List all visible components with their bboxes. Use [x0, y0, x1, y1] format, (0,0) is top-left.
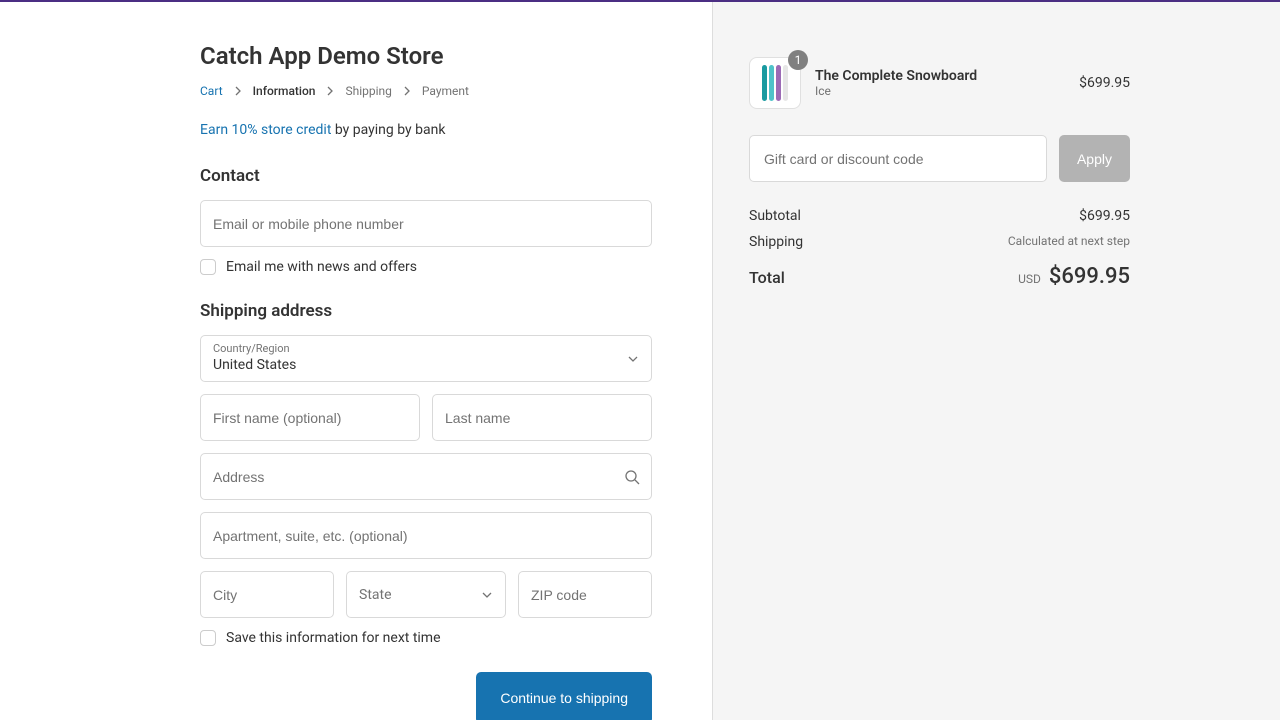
product-price: $699.95 [1079, 75, 1130, 91]
continue-button[interactable]: Continue to shipping [476, 672, 652, 720]
apply-button[interactable]: Apply [1059, 135, 1130, 182]
subtotal-label: Subtotal [749, 208, 801, 224]
total-amount: $699.95 [1049, 264, 1130, 289]
promo-text: by paying by bank [331, 122, 445, 138]
country-select[interactable]: Country/Region United States [200, 335, 652, 382]
chevron-right-icon [325, 86, 335, 96]
contact-heading: Contact [200, 166, 652, 186]
subtotal-value: $699.95 [1079, 208, 1130, 224]
total-label: Total [749, 268, 785, 287]
store-title: Catch App Demo Store [200, 42, 652, 70]
city-field[interactable] [200, 571, 334, 618]
shipping-heading: Shipping address [200, 301, 652, 321]
country-value: United States [213, 355, 639, 375]
quantity-badge: 1 [788, 50, 808, 70]
newsletter-checkbox[interactable] [200, 259, 216, 275]
breadcrumb-information: Information [253, 84, 316, 98]
newsletter-label: Email me with news and offers [226, 259, 417, 275]
state-placeholder: State [359, 587, 392, 603]
chevron-right-icon [402, 86, 412, 96]
chevron-down-icon [627, 353, 639, 365]
discount-code-field[interactable] [749, 135, 1047, 182]
email-field[interactable] [200, 200, 652, 247]
breadcrumb-cart[interactable]: Cart [200, 84, 223, 98]
address-field[interactable] [200, 453, 652, 500]
shipping-note: Calculated at next step [1008, 234, 1130, 250]
cart-item: 1 The Complete Snowboard Ice $699.95 [749, 57, 1130, 109]
zip-field[interactable] [518, 571, 652, 618]
product-name: The Complete Snowboard [815, 68, 1065, 84]
chevron-right-icon [233, 86, 243, 96]
first-name-field[interactable] [200, 394, 420, 441]
state-select[interactable]: State [346, 571, 506, 618]
promo-banner: Earn 10% store credit by paying by bank [200, 122, 652, 138]
product-variant: Ice [815, 84, 1065, 98]
chevron-down-icon [481, 589, 493, 601]
breadcrumb-payment: Payment [422, 84, 469, 98]
search-icon [624, 469, 640, 485]
currency-code: USD [1018, 272, 1041, 286]
promo-highlight[interactable]: Earn 10% store credit [200, 122, 331, 138]
main-panel: Catch App Demo Store Cart Information Sh… [0, 2, 712, 720]
order-summary: 1 The Complete Snowboard Ice $699.95 App… [712, 2, 1280, 720]
breadcrumb: Cart Information Shipping Payment [200, 84, 652, 98]
shipping-label: Shipping [749, 234, 803, 250]
checkout-container: Catch App Demo Store Cart Information Sh… [0, 2, 1280, 720]
save-info-label: Save this information for next time [226, 630, 441, 646]
breadcrumb-shipping: Shipping [345, 84, 391, 98]
apartment-field[interactable] [200, 512, 652, 559]
product-thumbnail: 1 [749, 57, 801, 109]
save-info-checkbox[interactable] [200, 630, 216, 646]
country-label: Country/Region [213, 342, 639, 355]
last-name-field[interactable] [432, 394, 652, 441]
